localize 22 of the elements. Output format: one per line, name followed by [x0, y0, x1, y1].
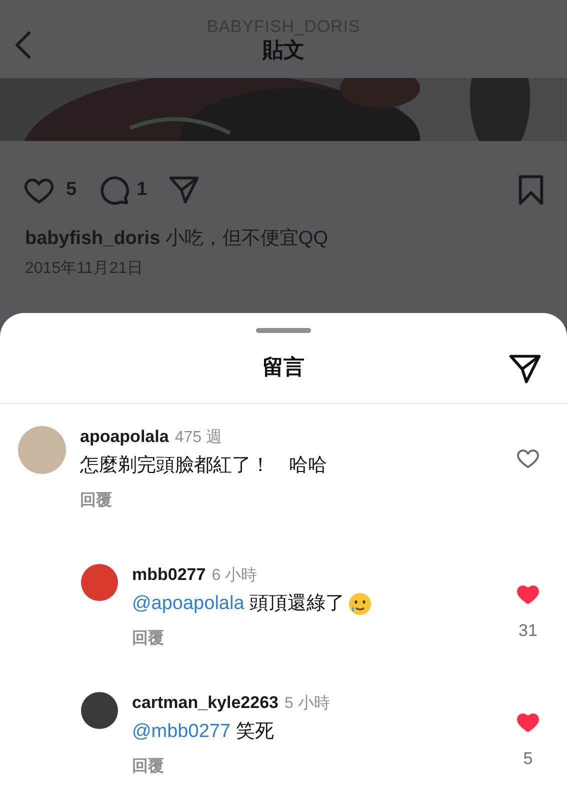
drag-handle[interactable]: [256, 328, 311, 333]
comment-text: @apoapolala 頭頂還綠了: [132, 592, 345, 616]
like-count: 5: [523, 748, 533, 770]
send-icon[interactable]: [507, 352, 543, 386]
back-icon[interactable]: [13, 30, 33, 60]
comment-username[interactable]: mbb0277: [132, 562, 206, 588]
comment-time: 5 小時: [284, 694, 330, 714]
comment-username[interactable]: cartman_kyle2263: [132, 690, 279, 716]
comment-username[interactable]: apoapolala: [80, 424, 169, 450]
sheet-title: 留言: [262, 354, 304, 382]
comment-text: @mbb0277 笑死: [132, 720, 274, 744]
comment-count: 1: [136, 178, 148, 202]
comment-text: 怎麼剃完頭臉都紅了！ 哈哈: [80, 454, 327, 478]
post-caption: babyfish_doris 小吃，但不便宜QQ: [24, 227, 329, 251]
crying-face-icon: [348, 592, 372, 616]
comment-time: 6 小時: [212, 566, 258, 586]
bookmark-icon[interactable]: [517, 174, 545, 206]
avatar[interactable]: [81, 692, 118, 729]
comment-time: 475 週: [174, 428, 222, 448]
like-count: 5: [66, 178, 77, 202]
like-count: 31: [518, 620, 538, 642]
page-title: 貼文: [262, 38, 304, 64]
